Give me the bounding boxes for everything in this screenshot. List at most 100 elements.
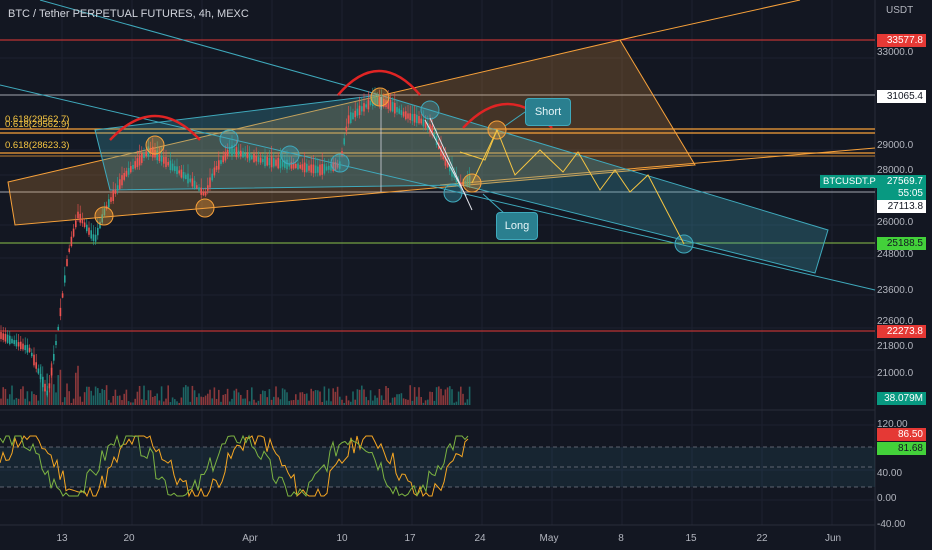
volume-bar — [462, 393, 464, 405]
price-tick: 29000.0 — [877, 140, 914, 151]
candle — [420, 118, 422, 124]
volume-bar — [356, 389, 359, 405]
candle — [77, 211, 79, 219]
volume-bar — [259, 394, 262, 405]
volume-bar — [413, 387, 416, 405]
candle — [306, 163, 308, 172]
volume-bar — [286, 392, 288, 405]
volume-bar — [290, 400, 293, 405]
support-tag: 27113.8 — [877, 200, 926, 213]
candle — [367, 99, 370, 110]
volume-bar — [108, 399, 110, 405]
candle — [143, 153, 145, 159]
candle — [402, 111, 405, 117]
date-tick: 10 — [336, 533, 348, 544]
volume-bar — [97, 388, 99, 405]
pivot-marker — [443, 183, 463, 203]
volume-bar — [4, 388, 7, 405]
candle — [116, 185, 119, 191]
volume-bar — [288, 400, 290, 405]
volume-bar — [143, 385, 145, 405]
candle — [187, 173, 189, 184]
candle — [268, 158, 271, 166]
volume-bar — [165, 398, 167, 405]
candle — [277, 157, 279, 169]
volume-bar — [125, 389, 128, 405]
volume-bar — [468, 386, 471, 405]
volume-bar — [424, 400, 427, 405]
volume-bar — [354, 399, 356, 405]
volume-bar — [57, 375, 59, 405]
candle — [317, 166, 319, 173]
volume-bar — [391, 397, 394, 405]
candle — [273, 158, 275, 167]
level-tag-white: 31065.4 — [877, 90, 926, 103]
level-tag-green: 25188.5 — [877, 237, 926, 250]
candle — [248, 152, 251, 161]
candle — [88, 227, 90, 235]
candle — [178, 170, 180, 174]
volume-bar — [343, 402, 345, 405]
candle — [218, 160, 220, 170]
candle — [75, 220, 77, 228]
volume-bar — [20, 389, 22, 405]
orange-channel-extension — [619, 0, 801, 41]
pivot-marker — [280, 145, 300, 165]
volume-bar — [55, 392, 57, 405]
short-callout[interactable]: Short — [525, 98, 571, 126]
volume-bar — [292, 400, 295, 405]
volume-bar — [297, 399, 299, 405]
date-tick: 15 — [685, 533, 697, 544]
candle — [345, 126, 348, 132]
volume-bar — [262, 390, 264, 405]
price-chart[interactable] — [0, 0, 932, 550]
volume-bar — [105, 385, 108, 405]
volume-bar — [455, 401, 458, 405]
osc-tick: 40.00 — [877, 468, 903, 479]
candle — [4, 333, 7, 342]
candle — [48, 383, 51, 389]
candle — [299, 164, 301, 169]
candle — [130, 166, 132, 173]
volume-bar — [123, 393, 125, 405]
date-tick: May — [539, 533, 559, 544]
candle — [2, 333, 4, 340]
candle — [97, 227, 99, 236]
volume-bar — [323, 386, 326, 405]
candle — [79, 213, 81, 223]
volume-bar — [308, 400, 310, 405]
candle — [396, 107, 398, 113]
osc-tick: 0.00 — [877, 493, 897, 504]
candle — [389, 99, 392, 111]
volume-bar — [457, 391, 460, 405]
chart-title: BTC / Tether PERPETUAL FUTURES, 4h, MEXC — [8, 8, 249, 20]
candle — [222, 155, 224, 163]
volume-bar — [64, 397, 66, 405]
volume-bar — [405, 399, 407, 405]
volume-bar — [130, 402, 132, 405]
candle — [356, 108, 359, 116]
volume-bar — [196, 397, 198, 405]
volume-bar — [358, 389, 361, 405]
volume-bar — [244, 398, 246, 405]
volume-bar — [92, 395, 95, 405]
candle — [26, 344, 29, 353]
volume-bar — [202, 397, 205, 405]
volume-bar — [180, 397, 183, 405]
candle — [90, 230, 92, 239]
volume-bar — [81, 401, 84, 405]
candle — [191, 178, 194, 187]
candle — [193, 180, 196, 189]
volume-bar — [433, 400, 436, 405]
pivot-marker — [195, 198, 215, 218]
candle — [281, 160, 284, 167]
volume-bar — [158, 400, 161, 405]
candle — [145, 151, 147, 157]
volume-bar — [112, 395, 114, 405]
volume-bar — [220, 401, 222, 405]
long-callout[interactable]: Long — [496, 212, 538, 240]
volume-bar — [215, 398, 218, 405]
volume-bar — [141, 399, 143, 405]
candle — [176, 166, 178, 175]
volume-bar — [79, 396, 81, 405]
